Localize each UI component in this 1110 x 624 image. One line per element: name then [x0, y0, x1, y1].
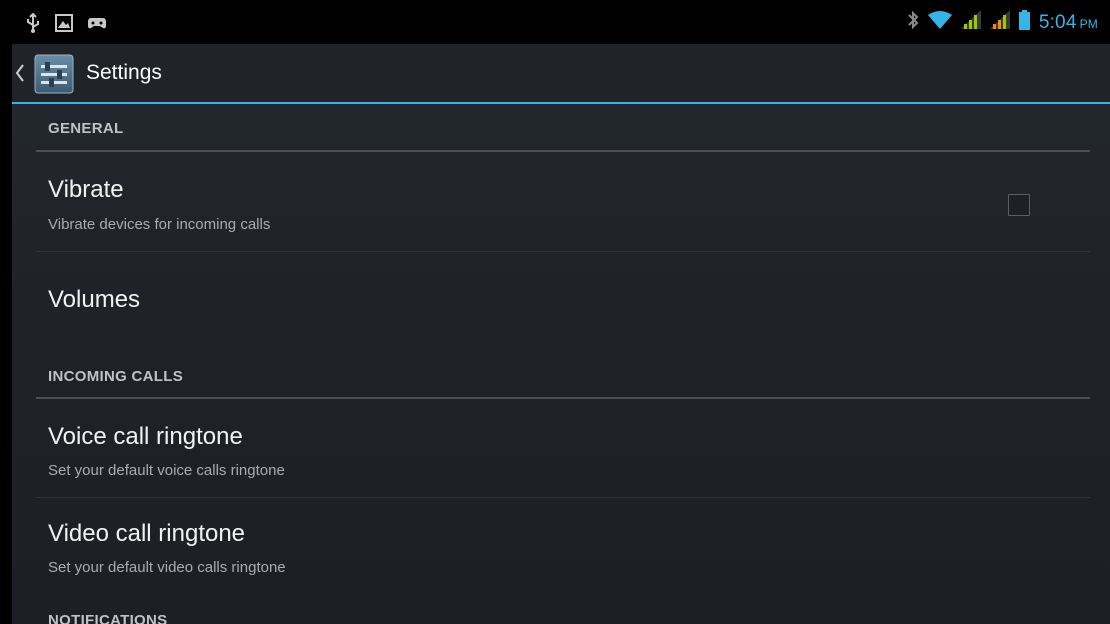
- section-divider: [36, 397, 1090, 399]
- volumes-title: Volumes: [48, 286, 141, 313]
- signal-icon-2: [989, 10, 1010, 35]
- section-divider: [36, 150, 1090, 152]
- wifi-icon: [927, 10, 952, 35]
- section-header-notifications: NOTIFICATIONS: [48, 612, 168, 624]
- video-call-ringtone-title: Video call ringtone: [48, 520, 246, 547]
- device-screen: 5:04 PM Settings GENERAL Vibrate Vibrate…: [0, 0, 1110, 624]
- usb-icon: [25, 12, 41, 38]
- vibrate-title: Vibrate: [48, 176, 124, 203]
- section-header-general: GENERAL: [48, 120, 124, 137]
- action-bar-title: Settings: [86, 61, 162, 84]
- status-notifications: [25, 12, 107, 38]
- signal-icon: [960, 10, 981, 35]
- video-call-ringtone-summary: Set your default video calls ringtone: [48, 559, 286, 576]
- voice-call-ringtone-title: Voice call ringtone: [48, 423, 243, 450]
- voice-call-ringtone-summary: Set your default voice calls ringtone: [48, 462, 285, 479]
- bluetooth-icon: [907, 10, 919, 35]
- status-ampm: PM: [1079, 16, 1098, 31]
- status-system-icons: 5:04 PM: [907, 10, 1098, 35]
- volumes-preference[interactable]: Volumes: [36, 252, 1090, 354]
- vibrate-summary: Vibrate devices for incoming calls: [48, 216, 271, 233]
- status-bar: 5:04 PM: [0, 0, 1110, 44]
- vibrate-checkbox[interactable]: [1008, 194, 1030, 216]
- settings-sliders-icon[interactable]: [34, 54, 74, 94]
- back-chevron-icon[interactable]: [14, 63, 26, 83]
- status-time-value: 5:04: [1038, 11, 1077, 33]
- action-bar: Settings: [12, 44, 1110, 104]
- section-header-incoming-calls: INCOMING CALLS: [48, 368, 184, 385]
- vibrate-preference[interactable]: Vibrate Vibrate devices for incoming cal…: [36, 154, 1090, 251]
- video-call-ringtone-preference[interactable]: Video call ringtone Set your default vid…: [36, 498, 1090, 594]
- battery-icon: [1018, 10, 1030, 35]
- notification-image-icon: [55, 14, 73, 37]
- notification-game-icon: [87, 15, 107, 36]
- voice-call-ringtone-preference[interactable]: Voice call ringtone Set your default voi…: [36, 401, 1090, 497]
- settings-screen: Settings GENERAL Vibrate Vibrate devices…: [12, 44, 1110, 624]
- status-clock: 5:04 PM: [1039, 12, 1098, 34]
